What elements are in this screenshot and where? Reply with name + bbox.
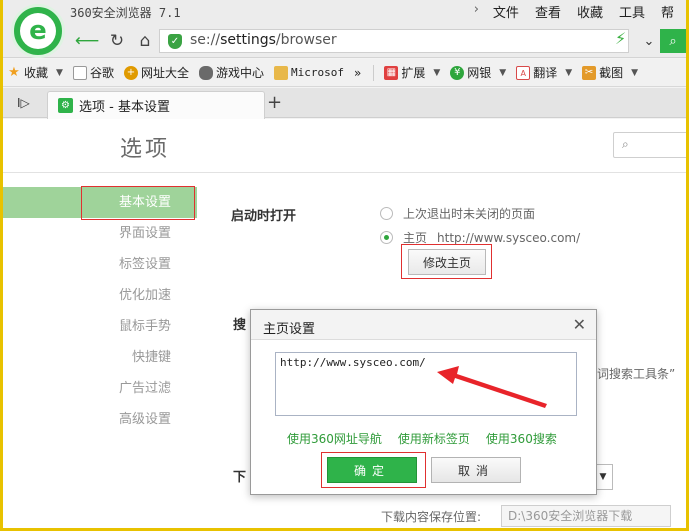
startup-option-last-session[interactable]: 上次退出时未关闭的页面: [380, 205, 535, 222]
url-input[interactable]: ✓ se://settings/browser: [159, 29, 629, 53]
highlight-box: [401, 244, 492, 279]
caret-down-icon: ▼: [631, 67, 639, 78]
settings-nav: 基本设置 界面设置 标签设置 优化加速 鼠标手势 快捷键 广告过滤 高级设置: [3, 187, 197, 435]
url-dropdown-icon[interactable]: ⌄: [639, 29, 659, 53]
speed-mode-icon[interactable]: ⚡: [615, 29, 626, 48]
wrench-icon: ⚙: [58, 98, 73, 113]
ext-extensions[interactable]: ▦ 扩展 ▼: [380, 64, 444, 81]
scissors-icon: ✂: [582, 65, 597, 80]
nav-optimize[interactable]: 优化加速: [3, 280, 197, 311]
homepage-dialog: 主页设置 ✕ http://www.sysceo.com/ 使用360网址导航 …: [250, 309, 597, 495]
page-title: 选项: [120, 137, 171, 162]
search-icon: ⌕: [622, 137, 629, 151]
startup-title: 启动时打开: [231, 209, 297, 224]
radio-button[interactable]: [380, 207, 393, 220]
bookmark-microsoft[interactable]: Microsof: [270, 65, 348, 80]
nav-advanced[interactable]: 高级设置: [3, 404, 197, 435]
nav-interface[interactable]: 界面设置: [3, 218, 197, 249]
home-icon[interactable]: ⌂: [133, 29, 157, 53]
bookmark-favorites[interactable]: ★ 收藏 ▼: [3, 64, 67, 81]
shield-yen-icon: ¥: [450, 65, 465, 80]
bookmarks-bar: ★ 收藏 ▼ 谷歌 + 网址大全 游戏中心 Microsof » ▦ 扩展 ▼ ¥ …: [3, 59, 686, 87]
dialog-title: 主页设置: [263, 322, 316, 337]
use-360-nav-link[interactable]: 使用360网址导航: [287, 430, 382, 447]
tab-settings[interactable]: ⚙ 选项 - 基本设置: [47, 91, 265, 119]
back-arrow-icon[interactable]: ⟵: [75, 29, 99, 53]
menu-file[interactable]: 文件: [485, 2, 527, 21]
dialog-header: 主页设置 ✕: [251, 310, 596, 340]
use-360-search-link[interactable]: 使用360搜索: [486, 430, 557, 447]
menu-tools[interactable]: 工具: [611, 2, 653, 21]
ext-bank[interactable]: ¥ 网银 ▼: [446, 64, 510, 81]
new-tab-button[interactable]: +: [267, 92, 282, 113]
page-icon: [72, 65, 87, 80]
search-toolbar-text: 词搜索工具条”: [597, 367, 676, 381]
browser-window: 360安全浏览器 7.1 › 文件 查看 收藏 工具 帮 e ⟵ ↻ ⌂ ✓ s…: [3, 0, 686, 528]
grid-icon: ▦: [384, 65, 399, 80]
caret-down-icon: ▼: [499, 67, 507, 78]
browser-logo-icon[interactable]: e: [11, 4, 65, 58]
highlight-box: [321, 452, 426, 488]
nav-shortcuts[interactable]: 快捷键: [3, 342, 197, 373]
divider: [373, 64, 375, 81]
nav-mouse-gestures[interactable]: 鼠标手势: [3, 311, 197, 342]
sidebar-toggle-icon[interactable]: I▷: [17, 96, 30, 110]
download-location-input[interactable]: D:\360安全浏览器下载: [501, 505, 671, 527]
highlight-box: [81, 186, 195, 220]
close-icon[interactable]: ✕: [573, 315, 586, 334]
radio-button-selected[interactable]: [380, 231, 393, 244]
nav-tabs[interactable]: 标签设置: [3, 249, 197, 280]
nav-plus-icon: +: [123, 65, 138, 80]
gamepad-icon: [198, 65, 213, 80]
nav-adblock[interactable]: 广告过滤: [3, 373, 197, 404]
search-icon[interactable]: ⌕: [660, 29, 686, 53]
title-bar: 360安全浏览器 7.1 › 文件 查看 收藏 工具 帮: [3, 0, 686, 24]
folder-icon: [273, 65, 288, 80]
ext-screenshot[interactable]: ✂ 截图 ▼: [578, 64, 642, 81]
download-section-title: 下: [233, 470, 247, 485]
translate-icon: A: [516, 65, 531, 80]
use-new-tab-link[interactable]: 使用新标签页: [398, 430, 470, 447]
menu-bar: › 文件 查看 收藏 工具 帮: [468, 2, 682, 21]
bookmark-nav[interactable]: + 网址大全: [120, 64, 193, 81]
star-icon: ★: [8, 64, 20, 80]
ext-translate[interactable]: A 翻译 ▼: [512, 64, 576, 81]
menu-help[interactable]: 帮: [653, 2, 682, 21]
address-bar: ⟵ ↻ ⌂ ✓ se://settings/browser: [3, 24, 686, 58]
app-title: 360安全浏览器 7.1: [70, 6, 181, 20]
tab-bar: I▷ ⚙ 选项 - 基本设置 +: [3, 88, 686, 119]
dialog-links: 使用360网址导航 使用新标签页 使用360搜索: [287, 430, 557, 447]
shield-icon: ✓: [168, 34, 182, 49]
arrow-annotation-icon: [437, 366, 547, 408]
page-header: 选项 ⌕: [3, 119, 686, 173]
settings-search-input[interactable]: ⌕: [613, 132, 686, 158]
search-section-title: 搜: [233, 318, 247, 333]
menu-arrow-icon: ›: [473, 2, 479, 17]
bookmarks-more[interactable]: »: [350, 66, 365, 80]
bookmark-google[interactable]: 谷歌: [69, 64, 118, 81]
caret-down-icon: ▼: [56, 67, 63, 78]
refresh-icon[interactable]: ↻: [105, 29, 129, 53]
cancel-button[interactable]: 取消: [431, 457, 521, 483]
menu-favorites[interactable]: 收藏: [569, 2, 611, 21]
caret-down-icon: ▼: [565, 67, 573, 78]
caret-down-icon: ▼: [433, 67, 441, 78]
homepage-url: http://www.sysceo.com/: [437, 230, 581, 245]
download-location-label: 下载内容保存位置:: [381, 510, 482, 524]
menu-view[interactable]: 查看: [527, 2, 569, 21]
bookmark-games[interactable]: 游戏中心: [195, 64, 268, 81]
url-text: se://settings/browser: [190, 32, 337, 48]
